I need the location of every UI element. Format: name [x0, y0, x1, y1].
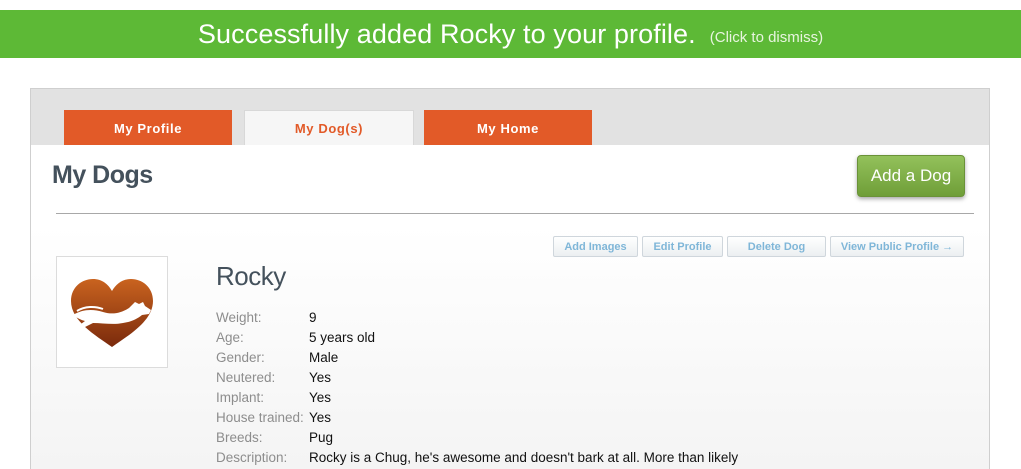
detail-value: Pug: [309, 430, 334, 445]
tab-content: My Dogs Add a Dog Add Images Edit Profil…: [31, 145, 989, 469]
tab-my-profile[interactable]: My Profile: [64, 110, 232, 146]
success-banner[interactable]: Successfully added Rocky to your profile…: [0, 10, 1021, 58]
detail-value: Yes: [309, 370, 332, 385]
dog-details: Weight: 9 Age: 5 years old Gender: Male …: [216, 308, 916, 468]
add-images-button[interactable]: Add Images: [553, 236, 638, 257]
detail-row-age: Age: 5 years old: [216, 328, 916, 348]
tab-my-home[interactable]: My Home: [424, 110, 592, 146]
delete-dog-button[interactable]: Delete Dog: [727, 236, 826, 257]
add-dog-button[interactable]: Add a Dog: [857, 155, 965, 197]
detail-row-neutered: Neutered: Yes: [216, 368, 916, 388]
detail-value: Male: [309, 350, 339, 365]
detail-label: Neutered:: [216, 370, 276, 385]
divider: [56, 213, 974, 214]
detail-row-house-trained: House trained: Yes: [216, 408, 916, 428]
detail-value: Yes: [309, 390, 332, 405]
view-public-profile-button[interactable]: View Public Profile →: [830, 236, 964, 257]
detail-label: Description:: [216, 450, 288, 465]
dog-name: Rocky: [216, 261, 286, 291]
detail-value: 9: [309, 310, 317, 325]
dog-photo: [56, 256, 168, 368]
edit-profile-button[interactable]: Edit Profile: [642, 236, 723, 257]
detail-row-description: Description: Rocky is a Chug, he's aweso…: [216, 448, 916, 468]
tab-my-dogs[interactable]: My Dog(s): [244, 110, 414, 146]
detail-label: Weight:: [216, 310, 262, 325]
detail-value: Yes: [309, 410, 332, 425]
detail-label: Age:: [216, 330, 244, 345]
detail-label: Breeds:: [216, 430, 263, 445]
dog-actions: Add Images Edit Profile Delete Dog View …: [31, 236, 989, 258]
dismiss-link[interactable]: (Click to dismiss): [710, 23, 823, 46]
detail-row-weight: Weight: 9: [216, 308, 916, 328]
main-panel: My Profile My Dog(s) My Home My Dogs Add…: [30, 88, 990, 469]
page-title: My Dogs: [52, 161, 153, 189]
heart-dog-logo-icon: [71, 279, 153, 347]
detail-row-implant: Implant: Yes: [216, 388, 916, 408]
detail-label: Implant:: [216, 390, 265, 405]
detail-row-breeds: Breeds: Pug: [216, 428, 916, 448]
banner-message: Successfully added Rocky to your profile…: [197, 18, 696, 49]
detail-value: Rocky is a Chug, he's awesome and doesn'…: [309, 450, 739, 465]
detail-row-gender: Gender: Male: [216, 348, 916, 368]
detail-label: Gender:: [216, 350, 265, 365]
detail-value: 5 years old: [309, 330, 376, 345]
detail-label: House trained:: [216, 410, 304, 425]
